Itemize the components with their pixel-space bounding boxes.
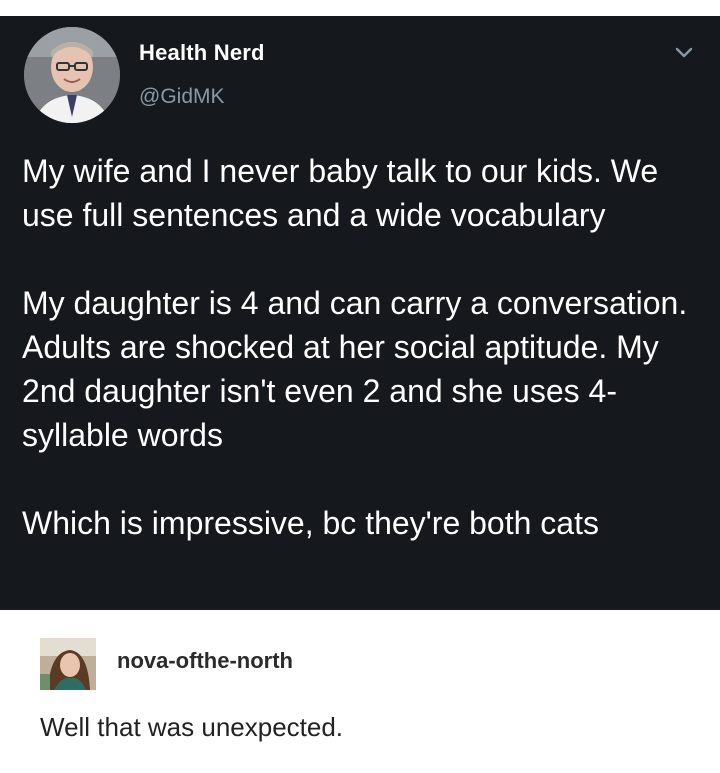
tweet-paragraph: Which is impressive, bc they're both cat… bbox=[22, 505, 599, 541]
tweet-paragraph: My daughter is 4 and can carry a convers… bbox=[22, 285, 688, 453]
avatar-photo bbox=[24, 27, 120, 123]
tweet-author-name[interactable]: Health Nerd bbox=[139, 40, 265, 66]
reply-text: Well that was unexpected. bbox=[40, 712, 344, 742]
tweet-paragraph: My wife and I never baby talk to our kid… bbox=[22, 153, 659, 233]
chevron-down-icon-glyph bbox=[675, 47, 693, 58]
tweet-author-handle[interactable]: @GidMK bbox=[139, 85, 225, 109]
chevron-down-icon[interactable] bbox=[672, 42, 696, 62]
reply-avatar-photo bbox=[40, 638, 96, 690]
reply-author-avatar[interactable] bbox=[40, 638, 96, 690]
tweet-author-avatar[interactable] bbox=[24, 27, 120, 123]
reply-author-username[interactable]: nova-ofthe-north bbox=[117, 648, 293, 674]
screenshot-page: Health Nerd @GidMK My wife and I never b… bbox=[0, 0, 720, 773]
tweet-text: My wife and I never baby talk to our kid… bbox=[22, 149, 702, 545]
tweet-card: Health Nerd @GidMK My wife and I never b… bbox=[0, 16, 720, 610]
